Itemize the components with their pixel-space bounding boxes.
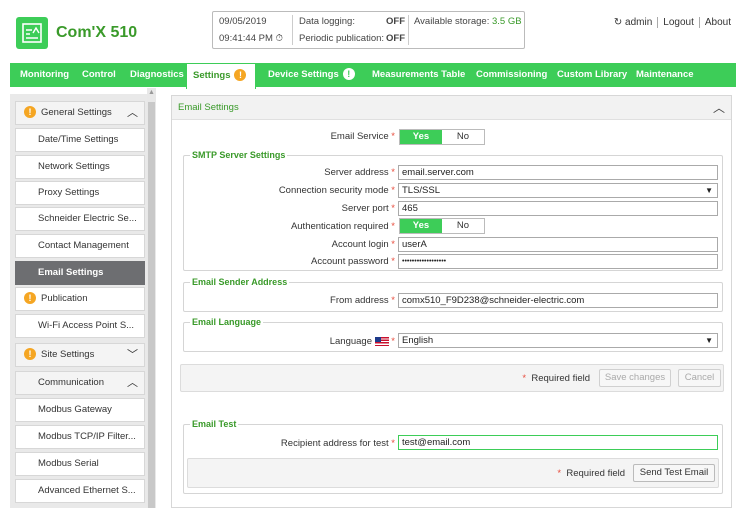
sidebar-group-publication[interactable]: ! Publication [15,287,145,311]
authentication-toggle[interactable]: Yes No [399,218,485,234]
sidebar-item-advanced-ethernet[interactable]: Advanced Ethernet S... [15,479,145,503]
authentication-no[interactable]: No [442,219,484,233]
sidebar-item-contact-management[interactable]: Contact Management [15,234,145,258]
smtp-legend: SMTP Server Settings [190,150,288,160]
app-title: Com'X 510 [56,24,138,41]
panel-header: Email Settings ︿ [172,96,731,120]
cancel-button[interactable]: Cancel [678,369,721,387]
tab-measurements-table[interactable]: Measurements Table [366,63,471,87]
chevron-down-icon: ﹀ [127,349,138,361]
data-logging-label: Data logging: [299,16,355,27]
periodic-publication-label: Periodic publication: [299,33,385,44]
from-address-input[interactable]: comx510_F9D238@schneider-electric.com [398,293,718,308]
account-login-input[interactable]: userA [398,237,718,252]
email-service-no[interactable]: No [442,130,484,144]
email-service-label: Email Service * [330,131,395,142]
sidebar-item-schneider-electric-services[interactable]: Schneider Electric Se... [15,207,145,231]
security-mode-select[interactable]: TLS/SSL ▼ [398,183,718,198]
required-field-note: * Required field [522,373,590,384]
chevron-up-icon: ︿ [127,377,138,389]
us-flag-icon [374,336,389,346]
warning-icon: ! [24,292,36,305]
clock-icon: ⏱ [275,33,283,44]
current-date: 09/05/2019 [219,16,267,27]
storage-info: Available storage: 3.5 GB [414,16,522,27]
chevron-up-icon[interactable]: ︿ [713,99,725,116]
sidebar-group-general-settings[interactable]: ! General Settings ︿ [15,101,145,125]
sidebar-group-site-settings[interactable]: ! Site Settings ﹀ [15,343,145,367]
sidebar-group-communication[interactable]: Communication ︿ [15,371,145,395]
sidebar-item-modbus-tcpip-filter[interactable]: Modbus TCP/IP Filter... [15,425,145,449]
language-select[interactable]: English ▼ [398,333,718,348]
user-links: ↻ admin Logout About [609,17,736,28]
account-login-label: Account login * [331,239,395,250]
sidebar-item-modbus-gateway[interactable]: Modbus Gateway [15,398,145,422]
account-password-input[interactable]: •••••••••••••••••• [398,254,718,269]
required-field-note: * Required field [557,468,625,479]
tab-custom-library[interactable]: Custom Library [551,63,633,87]
tab-maintenance[interactable]: Maintenance [630,63,700,87]
tab-diagnostics[interactable]: Diagnostics [124,63,190,87]
email-service-yes[interactable]: Yes [400,130,442,144]
refresh-icon: ↻ [613,17,623,28]
sidebar-item-network-settings[interactable]: Network Settings [15,155,145,179]
sidebar-item-email-settings[interactable]: Email Settings [15,261,145,285]
tab-monitoring[interactable]: Monitoring [14,63,75,87]
tab-device-settings[interactable]: Device Settings! [262,63,361,87]
periodic-publication-status: OFF [386,33,405,44]
security-mode-label: Connection security mode * [278,185,395,196]
current-time: 09:41:44 PM ⏱ [219,33,283,44]
authentication-label: Authentication required * [290,221,395,232]
authentication-yes[interactable]: Yes [400,219,442,233]
server-address-input[interactable]: email.server.com [398,165,718,180]
sidebar-scroll-thumb[interactable] [148,102,155,508]
server-port-input[interactable]: 465 [398,201,718,216]
user-link[interactable]: ↻ admin [609,17,657,28]
about-link[interactable]: About [700,17,736,28]
logout-link[interactable]: Logout [658,17,699,28]
server-port-label: Server port * [341,203,395,214]
from-address-label: From address * [330,295,395,306]
send-test-email-button[interactable]: Send Test Email [633,464,715,482]
sidebar-item-wifi-access-point[interactable]: Wi-Fi Access Point S... [15,314,145,338]
recipient-address-label: Recipient address for test * [280,438,395,449]
language-legend: Email Language [190,317,264,327]
tab-commissioning[interactable]: Commissioning [470,63,553,87]
email-test-legend: Email Test [190,419,239,429]
save-changes-button[interactable]: Save changes [599,369,671,387]
warning-icon: ! [342,68,355,81]
sender-legend: Email Sender Address [190,277,290,287]
language-label: Language * [329,336,395,347]
dropdown-arrow-icon: ▼ [705,336,713,345]
panel-title: Email Settings [178,102,239,113]
scroll-up-icon[interactable]: ▲ [148,88,155,98]
tab-settings[interactable]: Settings! [186,63,256,89]
dropdown-arrow-icon: ▼ [705,186,713,195]
recipient-address-input[interactable]: test@email.com [398,435,718,450]
warning-icon: ! [234,69,247,82]
sidebar-item-date-time-settings[interactable]: Date/Time Settings [15,128,145,152]
status-box: 09/05/2019 09:41:44 PM ⏱ Data logging: O… [212,11,525,49]
chevron-up-icon: ︿ [127,107,138,119]
sidebar-item-proxy-settings[interactable]: Proxy Settings [15,181,145,205]
main-nav: Monitoring Control Diagnostics Settings!… [0,63,736,89]
server-address-label: Server address * [324,167,395,178]
email-service-toggle[interactable]: Yes No [399,129,485,145]
app-logo-icon [16,17,48,49]
account-password-label: Account password * [311,256,395,267]
sidebar-item-modbus-serial[interactable]: Modbus Serial [15,452,145,476]
warning-icon: ! [24,106,36,119]
app-header: Com'X 510 09/05/2019 09:41:44 PM ⏱ Data … [0,0,736,62]
warning-icon: ! [24,348,36,361]
data-logging-status: OFF [386,16,405,27]
tab-control[interactable]: Control [76,63,122,87]
